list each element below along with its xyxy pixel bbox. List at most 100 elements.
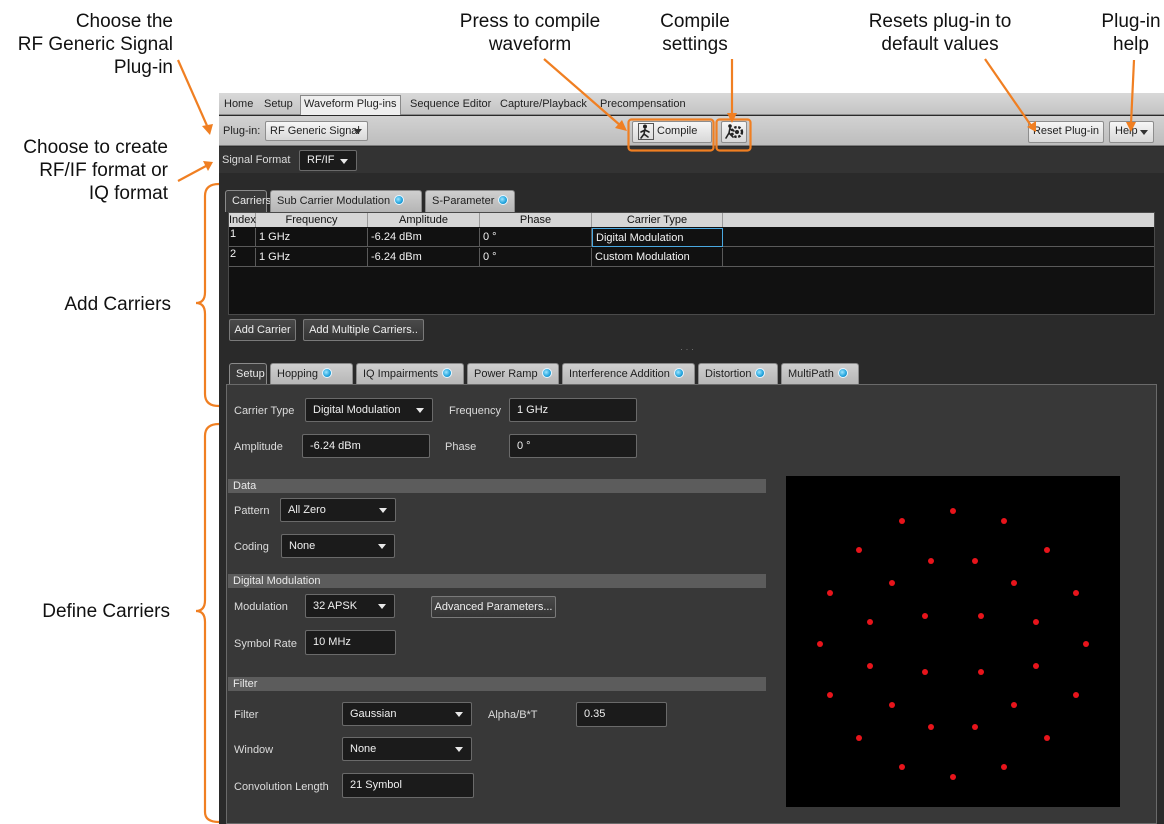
cell-phase[interactable]: 0 ° [480,228,592,247]
phase-field[interactable]: 0 ° [509,434,637,458]
alpha-field[interactable]: 0.35 [576,702,667,727]
add-carrier-button[interactable]: Add Carrier [229,319,296,341]
tab-distortion[interactable]: Distortion [698,363,778,385]
constellation-point [817,641,824,647]
status-dot-icon [394,195,405,205]
tab-multipath[interactable]: MultiPath [781,363,859,385]
filter-select[interactable]: Gaussian [342,702,472,726]
signal-format-value: RF/IF [307,154,335,166]
cell-carrier-type[interactable]: Digital Modulation [592,228,723,247]
tab-carriers[interactable]: Carriers [225,190,271,212]
signal-format-select[interactable]: RF/IF [299,150,357,171]
add-multiple-carriers-button[interactable]: Add Multiple Carriers.. [303,319,424,341]
menu-tab-setup[interactable]: Setup [261,96,296,115]
cell-frequency[interactable]: 1 GHz [256,248,368,267]
carrier-type-select[interactable]: Digital Modulation [305,398,433,422]
plugin-toolbar: Plug-in: RF Generic Signal Compile Reset… [219,116,1164,146]
advanced-parameters-button[interactable]: Advanced Parameters... [431,596,556,618]
tab-label: Interference Addition [569,368,670,380]
tab-sub-carrier-modulation[interactable]: Sub Carrier Modulation [270,190,422,212]
modulation-select[interactable]: 32 APSK [305,594,395,618]
cell-amplitude[interactable]: -6.24 dBm [368,228,480,247]
pattern-select[interactable]: All Zero [280,498,396,522]
plugin-select[interactable]: RF Generic Signal [265,121,368,141]
status-dot-icon [755,368,766,378]
coding-select[interactable]: None [281,534,395,558]
constellation-point [1072,590,1079,597]
window-label: Window [234,744,274,756]
compile-button[interactable]: Compile [632,121,712,143]
filter-value: Gaussian [350,708,397,720]
table-row[interactable]: 1 1 GHz -6.24 dBm 0 ° Digital Modulation [229,228,1154,247]
tab-label: MultiPath [788,368,834,380]
table-row[interactable]: 2 1 GHz -6.24 dBm 0 ° Custom Modulation [229,248,1154,267]
carrier-type-value: Digital Modulation [313,404,401,416]
callout-choose-format: Choose to create RF/IF format or IQ format [23,137,168,204]
table-header: Index Frequency Amplitude Phase Carrier … [229,213,1154,227]
digital-modulation-section-header: Digital Modulation [228,574,766,588]
constellation-point [927,723,934,730]
filter-section-header: Filter [228,677,766,691]
menu-tab-sequence-editor[interactable]: Sequence Editor [407,96,494,115]
callout-choose-plugin: Choose the RF Generic Signal Plug-in [17,11,173,78]
menu-tab-precompensation[interactable]: Precompensation [597,96,689,115]
cell-amplitude[interactable]: -6.24 dBm [368,248,480,267]
reset-plugin-button[interactable]: Reset Plug-in [1028,121,1104,143]
coding-label: Coding [234,541,269,553]
amplitude-field[interactable]: -6.24 dBm [302,434,430,458]
constellation-point [856,734,863,741]
menu-tab-capture-playback[interactable]: Capture/Playback [497,96,590,115]
help-button[interactable]: Help [1109,121,1154,143]
signal-format-label: Signal Format [222,154,291,166]
menu-tab-waveform-plugins[interactable]: Waveform Plug-ins [300,95,401,115]
splitter-handle[interactable]: · · · [680,342,694,356]
tab-label: Setup [236,368,265,380]
tab-label: S-Parameter [432,195,495,207]
app-window: Home Setup Waveform Plug-ins Sequence Ed… [219,93,1164,824]
constellation-point [827,590,834,597]
modulation-value: 32 APSK [313,600,358,612]
arrowhead-plugin [202,124,213,135]
tab-iq-impairments[interactable]: IQ Impairments [356,363,464,385]
tab-label: Power Ramp [474,368,538,380]
signal-format-row: Signal Format RF/IF [219,147,1164,173]
chevron-down-icon [455,747,463,752]
callout-compile-settings: Compile settings [660,11,730,55]
pattern-label: Pattern [234,505,270,517]
tab-interference-addition[interactable]: Interference Addition [562,363,695,385]
status-dot-icon [837,368,848,378]
cell-carrier-type[interactable]: Custom Modulation [592,248,723,267]
tab-hopping[interactable]: Hopping [270,363,353,385]
callout-add-carriers: Add Carriers [64,294,171,315]
constellation-point [1010,580,1017,587]
amplitude-label: Amplitude [234,441,283,453]
window-select[interactable]: None [342,737,472,761]
header-amplitude: Amplitude [368,213,480,227]
header-carrier-type: Carrier Type [592,213,723,227]
menu-tab-home[interactable]: Home [221,96,256,115]
compile-settings-button[interactable] [721,121,747,143]
cell-index: 1 [229,228,256,247]
modulation-label: Modulation [234,601,288,613]
tab-setup[interactable]: Setup [229,363,267,385]
arrowhead-format [203,161,213,171]
tab-s-parameter[interactable]: S-Parameter [425,190,515,212]
status-dot-icon [673,368,684,378]
tab-label: Sub Carrier Modulation [277,195,391,207]
phase-label: Phase [445,441,477,453]
convolution-length-field[interactable]: 21 Symbol [342,773,474,798]
constellation-point [889,580,896,587]
frequency-field[interactable]: 1 GHz [509,398,637,422]
constellation-point [856,547,863,554]
compile-label: Compile [657,125,698,137]
symbol-rate-field[interactable]: 10 MHz [305,630,396,655]
constellation-point [950,773,956,780]
tab-power-ramp[interactable]: Power Ramp [467,363,559,385]
tab-label: Carriers [232,195,272,207]
window-value: None [350,743,377,755]
constellation-point [1032,663,1039,670]
cell-phase[interactable]: 0 ° [480,248,592,267]
cell-frequency[interactable]: 1 GHz [256,228,368,247]
constellation-point [1000,763,1007,770]
constellation-point [922,668,929,675]
